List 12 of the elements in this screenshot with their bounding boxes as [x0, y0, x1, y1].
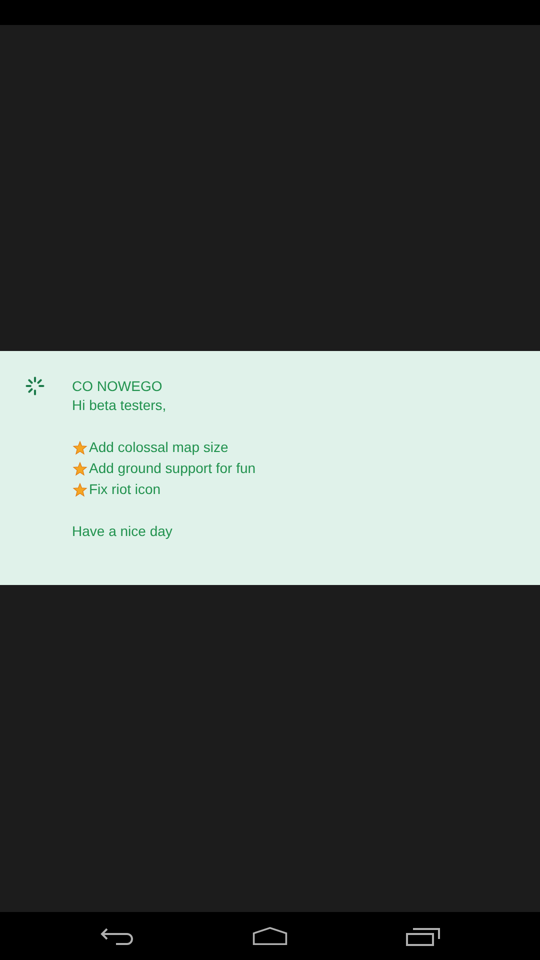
home-icon[interactable] [252, 925, 288, 947]
change-item: Fix riot icon [89, 480, 161, 499]
star-icon [72, 460, 88, 476]
recent-apps-icon[interactable] [405, 925, 442, 947]
change-item: Add ground support for fun [89, 459, 256, 478]
star-icon [72, 482, 88, 498]
closing-text: Have a nice day [72, 522, 174, 541]
greeting-text: Hi beta testers, [72, 396, 168, 415]
change-item: Add colossal map size [89, 438, 228, 457]
spinner-icon [24, 375, 46, 397]
star-icon [72, 440, 88, 456]
notice-title: CO NOWEGO [72, 377, 164, 395]
